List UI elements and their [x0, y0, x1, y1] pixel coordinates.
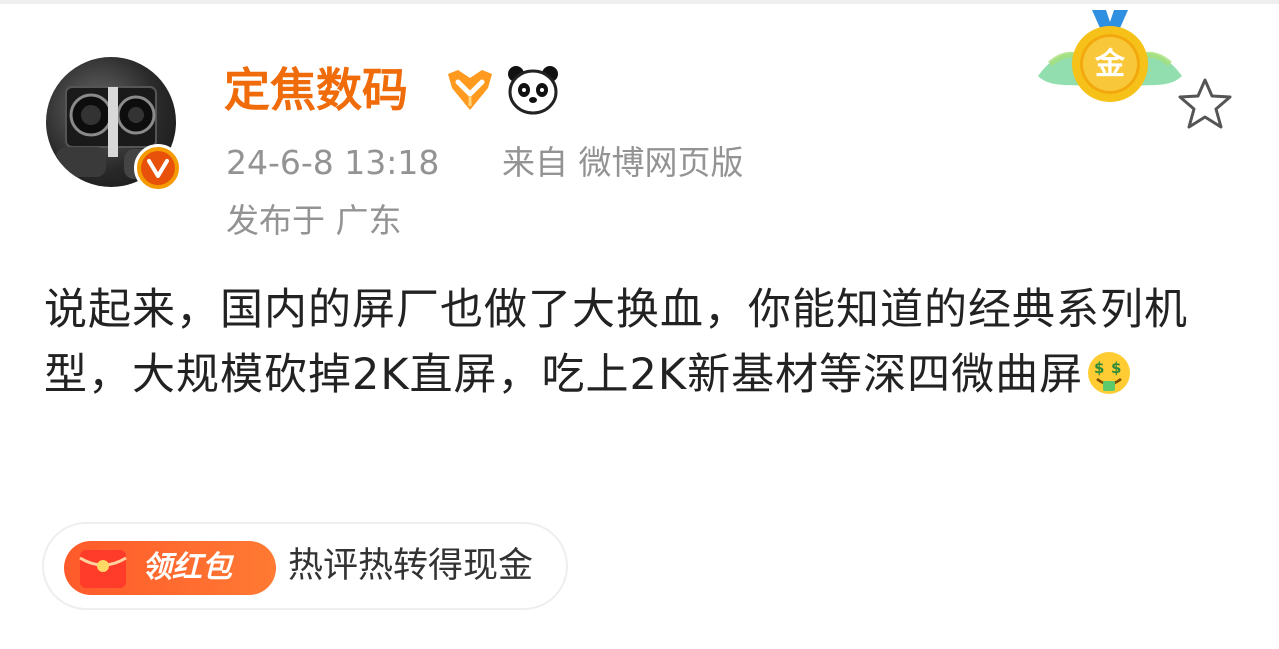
post-text: 说起来，国内的屏厂也做了大换血，你能知道的经典系列机型，大规模砍掉2K直屏，吃上… [44, 285, 1188, 400]
red-packet-badge[interactable]: 领红包 [64, 541, 276, 595]
money-mouth-emoji-icon: $ $ [1085, 349, 1133, 416]
red-packet-promo-text: 热评热转得现金 [288, 546, 534, 586]
gold-medal-icon[interactable]: 金 [1030, 6, 1190, 120]
red-packet-promo[interactable]: 领红包 热评热转得现金 [42, 522, 568, 610]
post-timestamp[interactable]: 24-6-8 13:18 [226, 141, 439, 185]
red-envelope-icon [79, 550, 127, 588]
post-source: 来自 微博网页版 [502, 143, 744, 182]
top-divider [0, 0, 1279, 4]
svg-text:$: $ [1094, 359, 1105, 377]
post-content: 说起来，国内的屏厂也做了大换血，你能知道的经典系列机型，大规模砍掉2K直屏，吃上… [44, 278, 1244, 416]
weibo-post-card: 定焦数码 24-6-8 13:18 来自 微博网页版 发布于 广东 金 说起来，… [0, 0, 1279, 649]
verified-v-icon [134, 144, 182, 192]
red-packet-badge-label: 领红包 [142, 550, 232, 585]
svg-text:$: $ [1111, 359, 1122, 377]
orange-vip-badge-icon[interactable] [444, 66, 496, 118]
post-location: 发布于 广东 [226, 201, 402, 240]
favorite-star-icon[interactable] [1175, 76, 1235, 136]
author-name[interactable]: 定焦数码 [224, 60, 408, 120]
panda-badge-icon[interactable] [506, 64, 560, 120]
gold-medal-label: 金 [1095, 47, 1125, 82]
